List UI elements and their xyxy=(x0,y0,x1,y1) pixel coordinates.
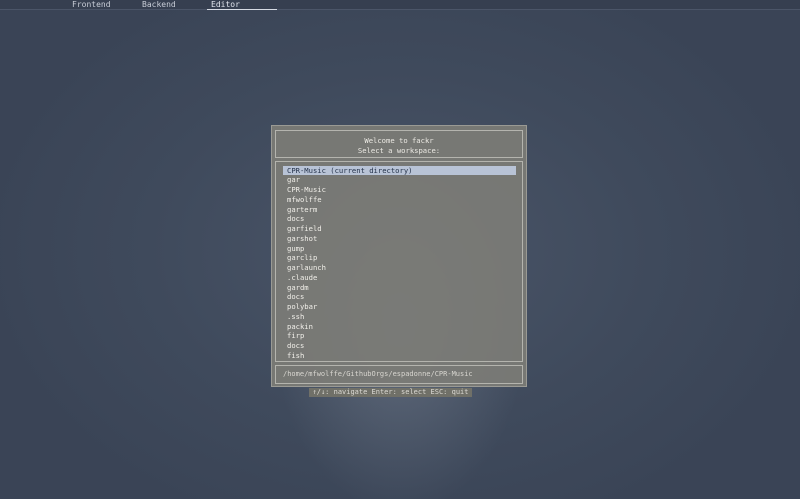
tab-editor[interactable]: Editor xyxy=(207,0,277,10)
workspace-item[interactable]: garlaunch xyxy=(283,263,516,273)
current-path: /home/mfwolffe/GithubOrgs/espadonne/CPR-… xyxy=(275,365,523,384)
workspace-item[interactable]: gump xyxy=(283,244,516,254)
dialog-subtitle: Select a workspace: xyxy=(357,146,441,155)
dialog-title: Welcome to fackr xyxy=(364,136,434,145)
workspace-item[interactable]: .ssh xyxy=(283,312,516,322)
workspace-item[interactable]: gardm xyxy=(283,283,516,293)
workspace-item[interactable]: .claude xyxy=(283,273,516,283)
workspace-item[interactable]: packin xyxy=(283,322,516,332)
workspace-item[interactable]: garclip xyxy=(283,253,516,263)
workspace-item[interactable]: fish xyxy=(283,351,516,361)
keyboard-hint: ↑/↓: navigate Enter: select ESC: quit xyxy=(309,388,472,397)
dialog-header: Welcome to fackr Select a workspace: xyxy=(275,130,523,158)
workspace-item[interactable]: firp xyxy=(283,331,516,341)
workspace-list: CPR-Music (current directory) gar CPR-Musi… xyxy=(275,161,523,362)
tab-frontend[interactable]: Frontend xyxy=(68,0,115,9)
workspace-item[interactable]: garfield xyxy=(283,224,516,234)
workspace-item[interactable]: polybar xyxy=(283,302,516,312)
workspace-item[interactable]: docs xyxy=(283,292,516,302)
workspace-item[interactable]: gar xyxy=(283,175,516,185)
workspace-item[interactable]: garshot xyxy=(283,234,516,244)
workspace-item[interactable]: garterm xyxy=(283,205,516,215)
tab-bar: Frontend Backend Editor xyxy=(0,0,800,10)
workspace-item[interactable]: CPR-Music xyxy=(283,185,516,195)
workspace-item[interactable]: docs xyxy=(283,214,516,224)
workspace-picker-dialog: Welcome to fackr Select a workspace: CPR… xyxy=(271,125,527,387)
workspace-item-selected[interactable]: CPR-Music (current directory) xyxy=(283,165,516,175)
tab-backend[interactable]: Backend xyxy=(138,0,180,9)
workspace-item[interactable]: mfwolffe xyxy=(283,195,516,205)
workspace-item[interactable]: docs xyxy=(283,341,516,351)
